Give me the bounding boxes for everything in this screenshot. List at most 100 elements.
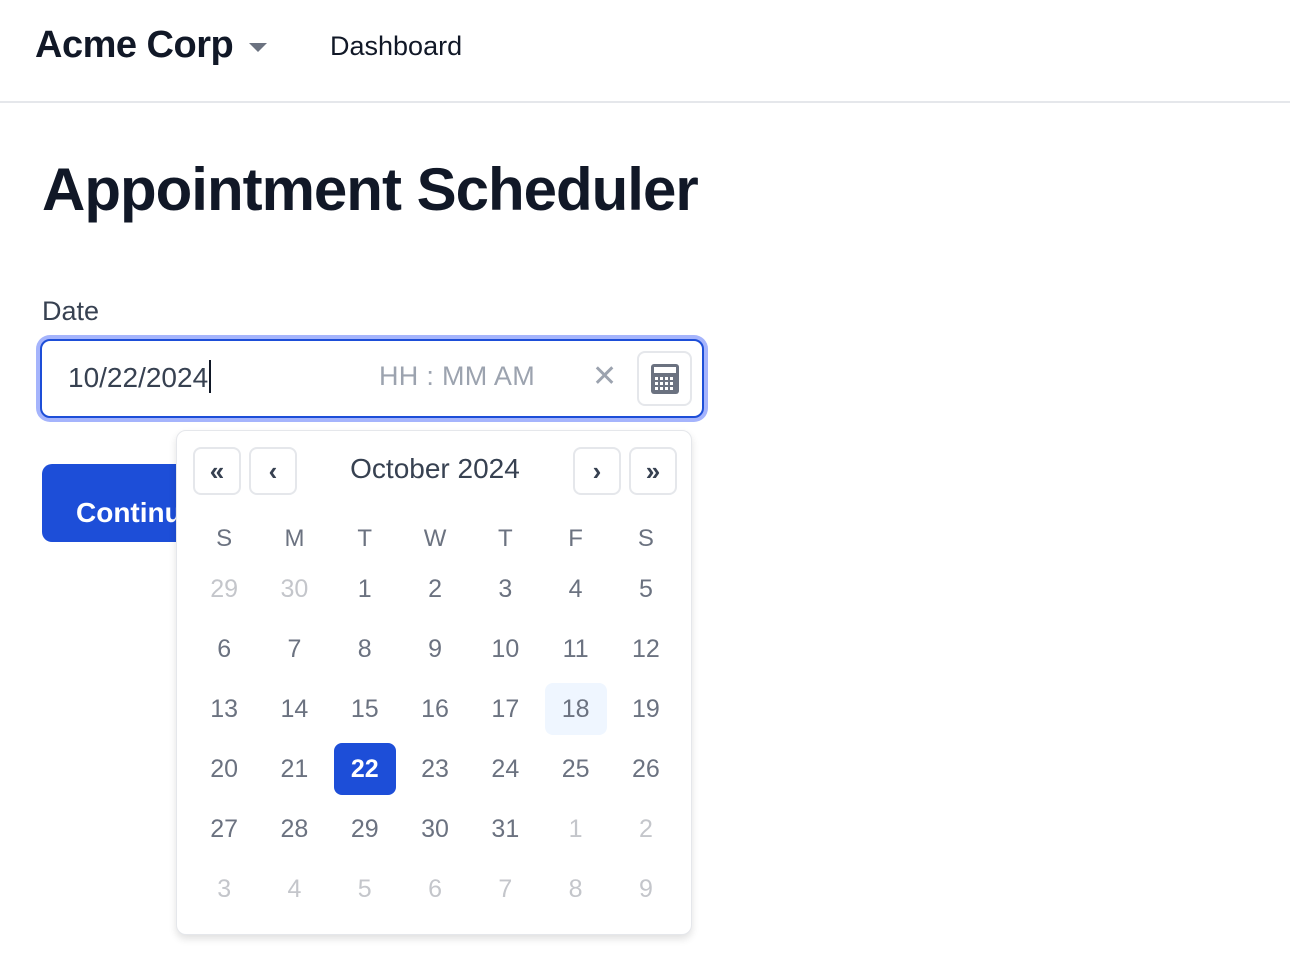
day-number: 5 — [638, 575, 653, 603]
day-number: 2 — [638, 815, 653, 843]
day-number: 8 — [568, 875, 583, 903]
day-number: 2 — [428, 575, 442, 603]
calendar-day[interactable]: 4 — [259, 859, 329, 919]
day-number: 11 — [562, 635, 589, 663]
text-cursor — [209, 360, 212, 393]
date-input-value[interactable]: 10/22/2024 — [68, 360, 212, 394]
day-number: 3 — [217, 875, 232, 903]
day-number: 6 — [428, 875, 442, 903]
day-number: 8 — [357, 635, 372, 663]
calendar-day[interactable]: 1 — [540, 799, 610, 859]
next-year-button[interactable]: » — [629, 447, 677, 495]
day-number: 6 — [217, 635, 232, 663]
calendar-day[interactable]: 20 — [189, 739, 259, 799]
day-number: 5 — [357, 875, 372, 903]
calendar-icon — [650, 363, 679, 394]
calendar-day[interactable]: 27 — [189, 799, 259, 859]
date-time-input[interactable]: 10/22/2024 HH : MM AM ✕ — [40, 339, 704, 418]
day-number: 9 — [428, 635, 442, 663]
day-number: 15 — [350, 695, 379, 723]
calendar-day[interactable]: 30 — [259, 559, 329, 619]
calendar-day[interactable]: 16 — [400, 679, 470, 739]
calendar-day[interactable]: 24 — [470, 739, 540, 799]
weekday-header: T — [357, 525, 373, 552]
day-number: 16 — [421, 695, 449, 723]
next-month-button[interactable]: › — [573, 447, 621, 495]
day-number: 20 — [210, 755, 239, 783]
date-value-text: 10/22/2024 — [68, 362, 209, 393]
calendar-day[interactable]: 14 — [259, 679, 329, 739]
weekday-header: T — [498, 525, 513, 552]
day-number: 13 — [210, 695, 239, 723]
weekday-header: M — [284, 525, 305, 552]
day-number: 7 — [498, 875, 513, 903]
day-number: 29 — [210, 575, 239, 603]
page-title: Appointment Scheduler — [42, 156, 699, 223]
day-number: 18 — [544, 683, 607, 735]
day-number: 28 — [280, 815, 309, 843]
calendar-day[interactable]: 9 — [611, 859, 681, 919]
calendar-day[interactable]: 23 — [400, 739, 470, 799]
calendar-day[interactable]: 8 — [540, 859, 610, 919]
calendar-day[interactable]: 4 — [540, 559, 610, 619]
calendar-day[interactable]: 6 — [400, 859, 470, 919]
calendar-day[interactable]: 5 — [330, 859, 400, 919]
calendar-day[interactable]: 2 — [400, 559, 470, 619]
calendar-day[interactable]: 31 — [470, 799, 540, 859]
calendar-day[interactable]: 28 — [259, 799, 329, 859]
calendar-day[interactable]: 25 — [540, 739, 610, 799]
calendar-day[interactable]: 3 — [470, 559, 540, 619]
time-input-placeholder[interactable]: HH : MM AM — [379, 361, 535, 392]
caret-down-icon — [249, 43, 268, 52]
calendar-toggle-button[interactable] — [637, 351, 692, 406]
brand-switcher[interactable]: Acme Corp — [35, 24, 268, 67]
calendar-day[interactable]: 7 — [259, 619, 329, 679]
day-number: 31 — [491, 815, 520, 843]
calendar-day[interactable]: 17 — [470, 679, 540, 739]
clear-icon[interactable]: ✕ — [592, 359, 617, 394]
day-number: 19 — [632, 695, 660, 723]
calendar-day[interactable]: 9 — [400, 619, 470, 679]
calendar-day[interactable]: 12 — [611, 619, 681, 679]
double-chevron-right-icon: » — [645, 455, 661, 486]
calendar-day[interactable]: 7 — [470, 859, 540, 919]
calendar-day[interactable]: 6 — [189, 619, 259, 679]
calendar-day[interactable]: 3 — [189, 859, 259, 919]
day-number: 10 — [491, 635, 520, 663]
calendar-day[interactable]: 5 — [611, 559, 681, 619]
calendar-day[interactable]: 8 — [330, 619, 400, 679]
calendar-day[interactable]: 11 — [540, 619, 610, 679]
calendar-day[interactable]: 19 — [611, 679, 681, 739]
calendar-day[interactable]: 21 — [259, 739, 329, 799]
day-number: 17 — [491, 695, 520, 723]
day-number: 23 — [421, 755, 449, 783]
date-field-label: Date — [42, 296, 100, 326]
calendar-day[interactable]: 10 — [470, 619, 540, 679]
calendar-day[interactable]: 2 — [611, 799, 681, 859]
day-number: 4 — [568, 575, 583, 603]
day-number: 22 — [333, 743, 396, 795]
weekday-header: S — [216, 525, 233, 552]
nav-link-dashboard[interactable]: Dashboard — [330, 31, 462, 62]
day-number: 1 — [568, 815, 583, 843]
calendar-day[interactable]: 29 — [330, 799, 400, 859]
calendar-day[interactable]: 26 — [611, 739, 681, 799]
day-number: 24 — [491, 755, 520, 783]
calendar-grid: S M T W T F S 29 30 1 2 3 4 5 6 7 8 9 10 11 12 13 14 15 16 17 18 19… — [189, 519, 681, 919]
calendar-popup: « ‹ October 2024 › » S M T W T F S 29 30 1 2 3 4 5 6 7 8… — [176, 430, 692, 935]
weekday-header: S — [637, 525, 654, 552]
day-number: 7 — [287, 635, 302, 663]
chevron-right-icon: › — [592, 455, 602, 486]
calendar-day[interactable]: 29 — [189, 559, 259, 619]
calendar-day[interactable]: 30 — [400, 799, 470, 859]
calendar-day[interactable]: 13 — [189, 679, 259, 739]
calendar-day[interactable]: 15 — [330, 679, 400, 739]
day-number: 26 — [632, 755, 660, 783]
brand-name: Acme Corp — [35, 24, 234, 66]
calendar-day-selected[interactable]: 22 — [330, 739, 400, 799]
calendar-day-today[interactable]: 18 — [540, 679, 610, 739]
day-number: 29 — [350, 815, 379, 843]
day-number: 12 — [632, 635, 660, 663]
day-number: 1 — [357, 575, 372, 603]
calendar-day[interactable]: 1 — [330, 559, 400, 619]
